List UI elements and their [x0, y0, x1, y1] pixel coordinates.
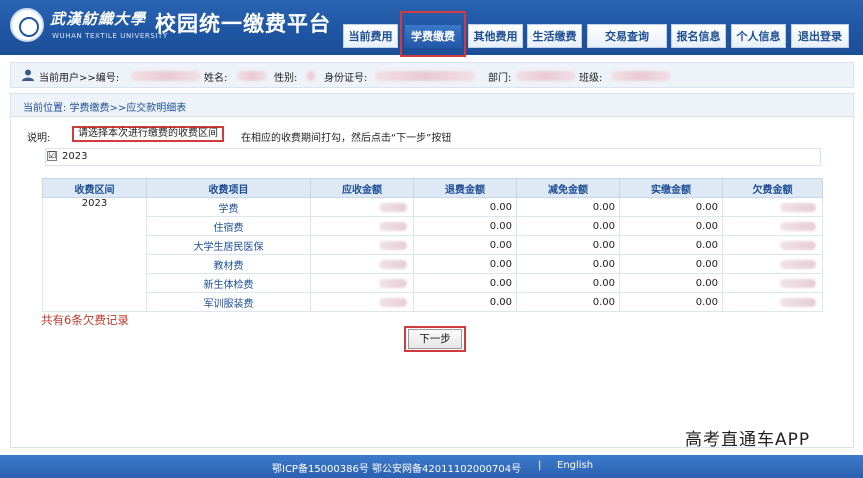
university-emblem-icon — [10, 8, 44, 42]
arrears-redacted — [722, 216, 823, 236]
receivable-redacted — [310, 292, 414, 312]
table-row: 住宿费 0.00 0.00 0.00 — [43, 216, 823, 236]
class-label: 班级: — [579, 73, 603, 84]
main-panel: 当前位置: 学费缴费>>应交款明细表 说明: 请选择本次进行缴费的收费区间 在相… — [10, 93, 854, 448]
nav-other-fees[interactable]: 其他费用 — [468, 24, 523, 48]
col-header-refund: 退费金额 — [413, 178, 517, 198]
notice-highlight: 请选择本次进行缴费的收费区间 — [72, 126, 224, 142]
nav-logout[interactable]: 退出登录 — [791, 24, 849, 48]
table-row: 大学生居民医保 0.00 0.00 0.00 — [43, 235, 823, 255]
gender-label: 性别: — [274, 73, 298, 84]
receivable-redacted — [310, 254, 414, 274]
paid-amount: 0.00 — [619, 254, 723, 274]
fee-item: 教材费 — [146, 254, 311, 274]
redacted-gender — [306, 71, 316, 81]
arrears-redacted — [722, 197, 823, 217]
refund-amount: 0.00 — [413, 273, 517, 293]
nav-living-payment[interactable]: 生活缴费 — [527, 24, 582, 48]
paid-amount: 0.00 — [619, 273, 723, 293]
english-link[interactable]: English — [557, 460, 593, 471]
university-name: 武漢紡織大學 — [50, 10, 147, 28]
period-checkbox-label: 2023 — [62, 151, 88, 162]
reduction-amount: 0.00 — [516, 273, 620, 293]
receivable-redacted — [310, 216, 414, 236]
paid-amount: 0.00 — [619, 292, 723, 312]
reduction-amount: 0.00 — [516, 292, 620, 312]
reduction-amount: 0.00 — [516, 254, 620, 274]
next-step-button[interactable]: 下一步 — [408, 329, 462, 349]
redacted-id-card — [375, 71, 475, 81]
col-header-item: 收费项目 — [146, 178, 311, 198]
paid-amount: 0.00 — [619, 197, 723, 217]
reduction-amount: 0.00 — [516, 216, 620, 236]
redacted-class — [611, 71, 671, 81]
table-header-row: 收费区间 收费项目 应收金额 退费金额 减免金额 实缴金额 欠费金额 — [42, 178, 823, 198]
name-label: 姓名: — [204, 73, 228, 84]
notice-text: 在相应的收费期间打勾，然后点击“下一步”按钮 — [241, 133, 452, 144]
fee-table: 收费区间 收费项目 应收金额 退费金额 减免金额 实缴金额 欠费金额 2023 … — [42, 178, 823, 312]
platform-title: 校园统一缴费平台 — [155, 12, 331, 36]
footer-separator: | — [538, 460, 542, 471]
nav-current-fees[interactable]: 当前费用 — [343, 24, 398, 48]
redacted-id — [131, 71, 201, 81]
arrears-redacted — [722, 273, 823, 293]
paid-amount: 0.00 — [619, 235, 723, 255]
col-header-arrears: 欠费金额 — [722, 178, 823, 198]
redacted-dept — [516, 71, 576, 81]
notice-label: 说明: — [27, 133, 51, 144]
paid-amount: 0.00 — [619, 216, 723, 236]
refund-amount: 0.00 — [413, 235, 517, 255]
nav-registration-info[interactable]: 报名信息 — [671, 24, 726, 48]
receivable-redacted — [310, 273, 414, 293]
user-icon — [22, 69, 34, 81]
fee-item: 新生体检费 — [146, 273, 311, 293]
breadcrumb-text: 当前位置: 学费缴费>>应交款明细表 — [23, 103, 187, 114]
col-header-period: 收费区间 — [42, 178, 147, 198]
watermark-text: 高考直通车APP — [685, 430, 811, 450]
table-row: 教材费 0.00 0.00 0.00 — [43, 254, 823, 274]
nav-personal-info[interactable]: 个人信息 — [731, 24, 786, 48]
period-cell: 2023 — [42, 197, 147, 312]
arrears-count-text: 共有6条欠费记录 — [41, 313, 129, 327]
nav-transaction-query[interactable]: 交易查询 — [587, 24, 667, 48]
refund-amount: 0.00 — [413, 197, 517, 217]
nav-highlight-box — [400, 11, 466, 57]
fee-item: 学费 — [146, 197, 311, 217]
reduction-amount: 0.00 — [516, 235, 620, 255]
arrears-redacted — [722, 292, 823, 312]
col-header-receivable: 应收金额 — [310, 178, 414, 198]
fee-item: 大学生居民医保 — [146, 235, 311, 255]
refund-amount: 0.00 — [413, 254, 517, 274]
period-select-row — [45, 148, 821, 166]
period-checkbox[interactable]: ☑ — [47, 151, 57, 161]
table-row: 新生体检费 0.00 0.00 0.00 — [43, 273, 823, 293]
receivable-redacted — [310, 235, 414, 255]
arrears-redacted — [722, 254, 823, 274]
university-name-en: WUHAN TEXTILE UNIVERSITY — [52, 32, 168, 40]
table-row: 2023 学费 0.00 0.00 0.00 — [42, 197, 823, 312]
reduction-amount: 0.00 — [516, 197, 620, 217]
breadcrumb: 当前位置: 学费缴费>>应交款明细表 — [11, 94, 853, 117]
fee-item: 住宿费 — [146, 216, 311, 236]
refund-amount: 0.00 — [413, 216, 517, 236]
dept-label: 部门: — [488, 73, 512, 84]
current-user-label: 当前用户>>编号: — [39, 73, 120, 84]
col-header-reduction: 减免金额 — [516, 178, 620, 198]
arrears-redacted — [722, 235, 823, 255]
redacted-name — [237, 71, 267, 81]
refund-amount: 0.00 — [413, 292, 517, 312]
footer-bar: 鄂ICP备15000386号 鄂公安网备42011102000704号 | En… — [0, 455, 863, 478]
fee-item: 军训服装费 — [146, 292, 311, 312]
col-header-paid: 实缴金额 — [619, 178, 723, 198]
table-row: 军训服装费 0.00 0.00 0.00 — [43, 292, 823, 312]
id-card-label: 身份证号: — [324, 73, 368, 84]
icp-record-text: 鄂ICP备15000386号 鄂公安网备42011102000704号 — [272, 464, 522, 475]
user-info-bar: 当前用户>>编号: 姓名: 性别: 身份证号: 部门: 班级: — [10, 62, 854, 88]
receivable-redacted — [310, 197, 414, 217]
